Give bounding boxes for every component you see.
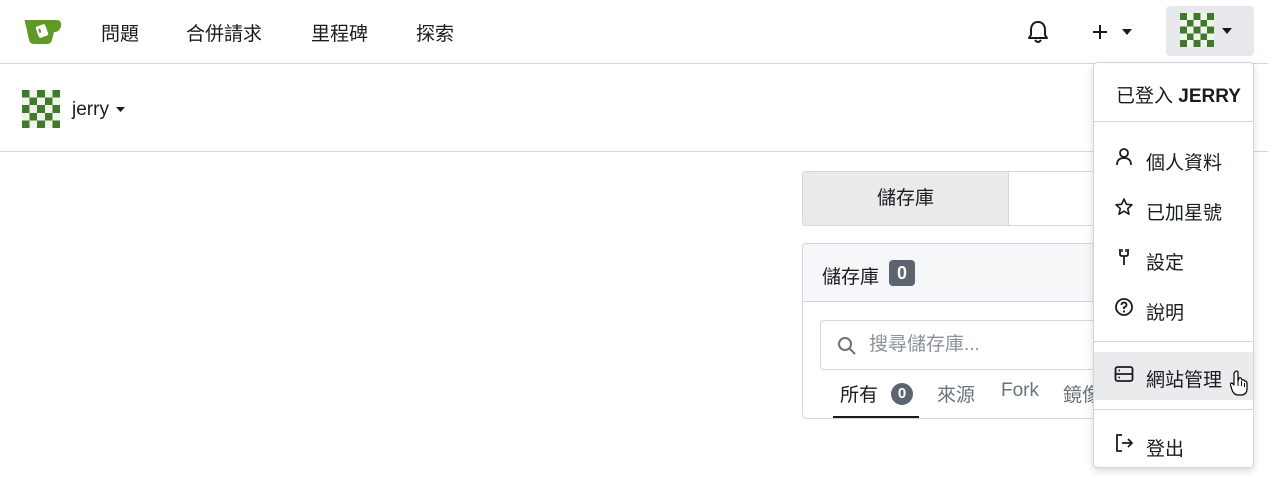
gitea-logo-icon[interactable] — [22, 14, 62, 48]
menu-item-help[interactable]: 說明 — [1094, 285, 1253, 333]
server-icon — [1114, 366, 1134, 382]
sign-out-icon — [1116, 434, 1133, 452]
tools-icon — [1119, 249, 1129, 265]
repo-count-badge: 0 — [889, 260, 915, 286]
signed-in-header: 已登入 JERRY — [1116, 81, 1241, 108]
filter-all-count: 0 — [891, 383, 913, 405]
filter-tab-sources[interactable]: 來源 — [937, 380, 975, 407]
top-navbar: 問題 合併請求 里程碑 探索 — [0, 0, 1268, 64]
create-menu-button[interactable] — [1090, 18, 1138, 46]
repo-list-panel: 儲存庫 0 所有 0 來源 Fork 鏡像 — [802, 243, 1122, 419]
context-user-switcher[interactable]: jerry — [72, 99, 109, 121]
menu-item-label: 個人資料 — [1146, 153, 1223, 174]
search-input[interactable] — [867, 331, 1117, 359]
divider — [1094, 409, 1253, 410]
menu-item-label: 說明 — [1146, 303, 1185, 324]
tab-repositories[interactable]: 儲存庫 — [803, 172, 1009, 225]
panel-header: 儲存庫 0 — [803, 244, 1122, 302]
filter-tab-forks[interactable]: Fork — [1001, 380, 1039, 402]
plus-icon — [1093, 25, 1107, 39]
nav-pull-requests[interactable]: 合併請求 — [186, 19, 262, 46]
question-icon — [1115, 298, 1133, 316]
menu-item-profile[interactable]: 個人資料 — [1094, 135, 1253, 183]
menu-item-starred[interactable]: 已加星號 — [1094, 185, 1253, 233]
person-icon — [1116, 148, 1132, 166]
divider — [1094, 121, 1253, 122]
signed-in-username: JERRY — [1178, 86, 1241, 107]
signed-in-label: 已登入 — [1116, 86, 1174, 107]
repo-search-box[interactable] — [820, 320, 1122, 370]
menu-item-label: 已加星號 — [1146, 203, 1223, 224]
user-avatar-icon — [1180, 13, 1214, 47]
menu-item-label: 設定 — [1146, 253, 1185, 274]
context-header: jerry — [0, 64, 1268, 152]
pointer-hand-cursor-icon — [1230, 370, 1248, 396]
divider — [1094, 341, 1253, 342]
nav-milestones[interactable]: 里程碑 — [311, 19, 368, 46]
chevron-down-icon — [1222, 28, 1232, 34]
menu-item-settings[interactable]: 設定 — [1094, 235, 1253, 283]
chevron-down-icon — [1122, 29, 1132, 35]
nav-explore[interactable]: 探索 — [416, 19, 454, 46]
active-filter-indicator — [833, 416, 919, 418]
panel-title: 儲存庫 — [822, 267, 880, 288]
search-icon — [838, 337, 856, 355]
menu-item-label: 登出 — [1146, 439, 1185, 460]
user-menu-button[interactable] — [1166, 6, 1254, 56]
menu-item-sign-out[interactable]: 登出 — [1094, 421, 1253, 469]
user-dropdown-menu: 已登入 JERRY 個人資料 已加星號 設定 說明 網站管理 登出 — [1093, 62, 1254, 468]
dashboard-tabs: 儲存庫 — [802, 171, 1122, 226]
nav-issues[interactable]: 問題 — [101, 19, 139, 46]
caret-down-icon[interactable] — [116, 107, 125, 112]
star-icon — [1115, 198, 1133, 215]
bell-icon[interactable] — [1024, 18, 1052, 46]
filter-tab-all[interactable]: 所有 — [840, 380, 878, 407]
avatar — [22, 90, 60, 128]
menu-item-label: 網站管理 — [1146, 370, 1223, 391]
